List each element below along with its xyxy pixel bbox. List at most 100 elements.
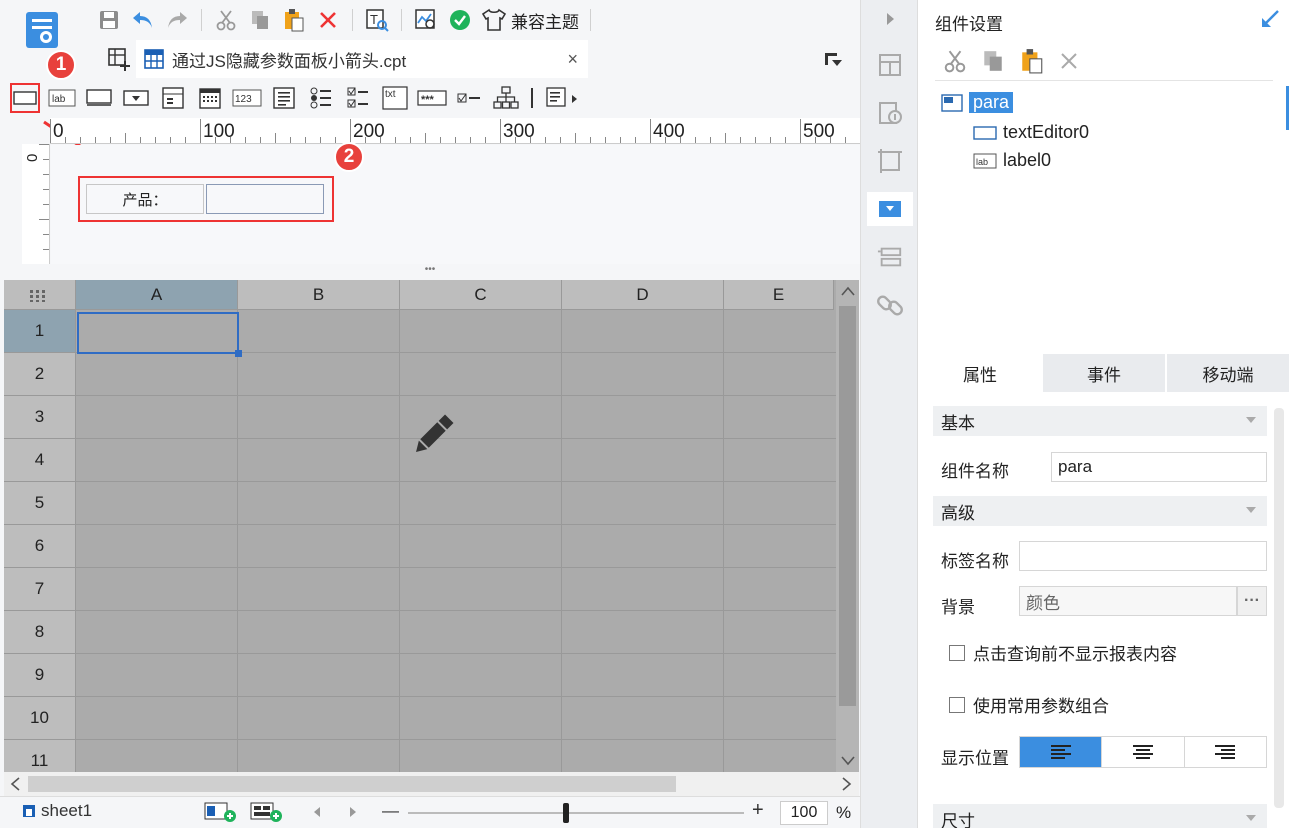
- select-all-corner[interactable]: [4, 280, 76, 310]
- scroll-down-icon[interactable]: [841, 756, 855, 766]
- layout-icon[interactable]: [877, 52, 903, 78]
- link-icon[interactable]: [877, 292, 903, 318]
- add-sheet-icon[interactable]: [204, 801, 238, 823]
- checkbox-common-params[interactable]: 使用常用参数组合: [949, 692, 1109, 717]
- next-sheet-icon[interactable]: [348, 806, 358, 818]
- fill-handle[interactable]: [235, 350, 242, 357]
- redo-icon[interactable]: [164, 7, 190, 33]
- widget-combobox-button[interactable]: [121, 83, 151, 113]
- tab-menu-icon[interactable]: [820, 46, 846, 72]
- paste-icon[interactable]: [1019, 48, 1045, 74]
- row-header[interactable]: 4: [4, 439, 76, 482]
- widget-library-icon[interactable]: [877, 100, 903, 126]
- tree-node-para[interactable]: para: [941, 92, 1014, 113]
- checkbox-hide-before-query[interactable]: 点击查询前不显示报表内容: [949, 640, 1177, 665]
- selected-cell[interactable]: [77, 312, 239, 354]
- spreadsheet-grid[interactable]: 11 10 9 8 7 6 5 4 3 2 1 E D C B A: [4, 280, 859, 772]
- dock-arrow-icon[interactable]: [1259, 8, 1281, 30]
- row-header[interactable]: 10: [4, 697, 76, 740]
- align-left-button[interactable]: [1020, 737, 1103, 767]
- column-header[interactable]: A: [76, 280, 238, 310]
- horizontal-scrollbar[interactable]: [4, 772, 859, 796]
- row-header[interactable]: 11: [4, 740, 76, 772]
- section-advanced[interactable]: 高级: [933, 496, 1267, 526]
- tab-mobile[interactable]: 移动端: [1167, 354, 1289, 392]
- copy-icon[interactable]: [981, 49, 1005, 73]
- cut-icon[interactable]: [943, 49, 967, 73]
- widget-date-button[interactable]: [195, 83, 225, 113]
- zoom-slider-handle[interactable]: [563, 803, 569, 823]
- add-form-sheet-icon[interactable]: [250, 801, 284, 823]
- widget-textbox-button[interactable]: [10, 83, 40, 113]
- widget-textarea-button[interactable]: [269, 83, 299, 113]
- row-header[interactable]: 1: [4, 310, 76, 353]
- text-search-icon[interactable]: T: [364, 7, 390, 33]
- cut-icon[interactable]: [213, 7, 239, 33]
- widget-dropdown-tree-button[interactable]: [158, 83, 188, 113]
- horizontal-scroll-thumb[interactable]: [28, 776, 676, 792]
- copy-icon[interactable]: [247, 7, 273, 33]
- background-select[interactable]: 颜色: [1019, 586, 1237, 616]
- widget-radio-group-button[interactable]: [306, 83, 336, 113]
- column-header[interactable]: B: [238, 280, 400, 310]
- widget-more-button[interactable]: [543, 83, 581, 113]
- align-center-button[interactable]: [1102, 737, 1185, 767]
- tree-node-texteditor[interactable]: textEditor0: [973, 122, 1089, 143]
- scroll-right-icon[interactable]: [842, 777, 852, 791]
- column-header[interactable]: D: [562, 280, 724, 310]
- widget-text-button[interactable]: txt: [380, 83, 410, 113]
- check-icon[interactable]: [447, 7, 473, 33]
- tag-name-input[interactable]: [1019, 541, 1267, 571]
- sheet-tab[interactable]: sheet1: [22, 801, 92, 821]
- row-header[interactable]: 6: [4, 525, 76, 568]
- widget-checkbox-group-button[interactable]: [343, 83, 373, 113]
- scroll-left-icon[interactable]: [10, 777, 20, 791]
- checkbox-box[interactable]: [949, 696, 965, 713]
- delete-icon[interactable]: [315, 7, 341, 33]
- row-header[interactable]: 5: [4, 482, 76, 525]
- component-name-input[interactable]: para: [1051, 452, 1267, 482]
- tab-close-button[interactable]: ×: [567, 49, 578, 70]
- zoom-in-button[interactable]: +: [752, 799, 764, 822]
- row-header[interactable]: 9: [4, 654, 76, 697]
- app-logo-icon[interactable]: [24, 10, 60, 50]
- theme-button[interactable]: 兼容主题: [481, 8, 579, 33]
- preview-icon[interactable]: [413, 7, 439, 33]
- paste-icon[interactable]: [281, 7, 307, 33]
- vertical-scrollbar[interactable]: [836, 280, 859, 772]
- widget-single-checkbox-button[interactable]: [454, 83, 484, 113]
- param-text-editor-widget[interactable]: [206, 184, 324, 214]
- zoom-out-button[interactable]: —: [382, 801, 399, 821]
- scroll-up-icon[interactable]: [841, 286, 855, 296]
- background-more-button[interactable]: ···: [1237, 586, 1267, 616]
- row-header[interactable]: 8: [4, 611, 76, 654]
- widget-tree-button[interactable]: [491, 83, 521, 113]
- section-basic[interactable]: 基本: [933, 406, 1267, 436]
- column-header[interactable]: C: [400, 280, 562, 310]
- tab-report-file[interactable]: 通过JS隐藏参数面板小箭头.cpt ×: [136, 40, 588, 78]
- form-layout-icon[interactable]: [877, 244, 903, 270]
- properties-scrollbar[interactable]: [1274, 408, 1284, 808]
- tab-properties[interactable]: 属性: [919, 354, 1043, 392]
- align-right-button[interactable]: [1185, 737, 1266, 767]
- component-settings-icon[interactable]: [877, 196, 903, 222]
- delete-icon[interactable]: [1059, 51, 1079, 71]
- zoom-input[interactable]: 100: [780, 801, 828, 825]
- row-header[interactable]: 2: [4, 353, 76, 396]
- prev-sheet-icon[interactable]: [312, 806, 322, 818]
- zoom-slider-track[interactable]: [408, 812, 744, 814]
- tab-events[interactable]: 事件: [1043, 354, 1167, 392]
- widget-password-button[interactable]: ***: [417, 83, 447, 113]
- panel-splitter[interactable]: •••: [0, 264, 860, 280]
- save-icon[interactable]: [96, 7, 122, 33]
- undo-icon[interactable]: [130, 7, 156, 33]
- vertical-scroll-thumb[interactable]: [839, 306, 856, 706]
- widget-number-button[interactable]: 123: [232, 83, 262, 113]
- frame-icon[interactable]: [877, 148, 903, 174]
- section-size[interactable]: 尺寸: [933, 804, 1267, 828]
- row-header[interactable]: 3: [4, 396, 76, 439]
- checkbox-box[interactable]: [949, 644, 965, 661]
- collapse-arrow-icon[interactable]: [877, 6, 903, 32]
- widget-label-button[interactable]: lab: [47, 83, 77, 113]
- tree-node-label0[interactable]: lab label0: [973, 150, 1051, 171]
